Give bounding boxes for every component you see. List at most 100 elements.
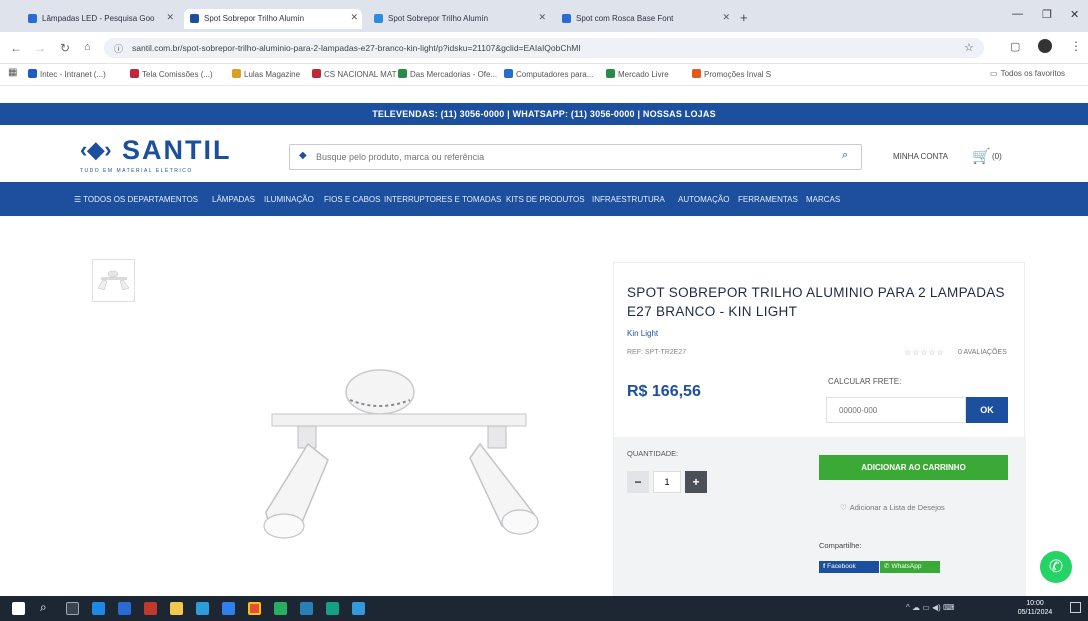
bookmark-item[interactable]: Intec - Intranet (...) — [28, 69, 106, 79]
tab-favicon-icon — [374, 14, 383, 23]
bookmark-item[interactable]: Das Mercadorias - Ofe... — [398, 69, 497, 79]
bookmark-item[interactable]: Computadores para... — [504, 69, 593, 79]
edge-icon[interactable] — [92, 602, 105, 615]
browser-tab[interactable]: Spot com Rosca Base Font ✕ — [556, 9, 734, 29]
product-brand-link[interactable]: Kin Light — [627, 329, 658, 338]
home-icon[interactable]: ⌂ — [84, 41, 91, 53]
browser-tab-bar: Lâmpadas LED - Pesquisa Goo ✕ Spot Sobre… — [0, 0, 1088, 32]
bookmark-item[interactable]: Promoções Inval S — [692, 69, 771, 79]
restore-icon[interactable]: ❐ — [1042, 8, 1052, 21]
new-tab-button[interactable]: + — [740, 10, 748, 25]
browser-menu-icon[interactable]: ⋮ — [1070, 39, 1082, 53]
contact-strip[interactable]: TELEVENDAS: (11) 3056-0000 | WHATSAPP: (… — [0, 103, 1088, 125]
reload-icon[interactable]: ↻ — [60, 41, 70, 55]
forward-icon[interactable]: → — [34, 41, 46, 55]
chrome-icon[interactable] — [248, 602, 261, 615]
add-to-cart-button[interactable]: ADICIONAR AO CARRINHO — [819, 455, 1008, 480]
close-icon[interactable]: ✕ — [538, 12, 546, 23]
nav-ferramentas[interactable]: FERRAMENTAS — [738, 195, 798, 204]
app-icon[interactable] — [352, 602, 365, 615]
bookmark-star-icon[interactable]: ☆ — [964, 41, 974, 54]
app-icon[interactable] — [274, 602, 287, 615]
tab-favicon-icon — [562, 14, 571, 23]
bookmark-favicon-icon — [606, 69, 615, 78]
nav-all-departments[interactable]: ☰ TODOS OS DEPARTAMENTOS — [74, 195, 198, 204]
tab-label: Spot Sobrepor Trilho Alumín — [204, 14, 305, 23]
tab-label: Lâmpadas LED - Pesquisa Goo — [42, 14, 155, 23]
apps-grid-icon[interactable]: ▦ — [8, 67, 17, 78]
nav-automacao[interactable]: AUTOMAÇÃO — [678, 195, 729, 204]
back-icon[interactable]: ← — [10, 41, 22, 55]
nav-fios-e-cabos[interactable]: FIOS E CABOS — [324, 195, 380, 204]
bookmark-item[interactable]: Lulas Magazine — [232, 69, 300, 79]
nav-lampadas[interactable]: LÂMPADAS — [212, 195, 255, 204]
nav-marcas[interactable]: MARCAS — [806, 195, 840, 204]
close-icon[interactable]: ✕ — [350, 12, 358, 23]
search-taskbar-icon[interactable]: ⌕ — [40, 600, 47, 615]
extensions-icon[interactable]: ▢ — [1010, 40, 1020, 53]
app-icon[interactable] — [300, 602, 313, 615]
bookmarks-bar: ▦ Intec - Intranet (...) Tela Comissões … — [0, 64, 1088, 86]
nav-kits[interactable]: KITS DE PRODUTOS — [506, 195, 585, 204]
bookmark-item[interactable]: Mercado Livre — [606, 69, 669, 79]
menu-icon: ☰ — [74, 195, 82, 204]
address-bar[interactable]: ⓘ santil.com.br/spot-sobrepor-trilho-alu… — [104, 38, 984, 58]
url-text: santil.com.br/spot-sobrepor-trilho-alumi… — [132, 43, 581, 53]
word-icon[interactable] — [222, 602, 235, 615]
cep-input[interactable] — [826, 397, 966, 423]
bookmark-item[interactable]: Tela Comissões (...) — [130, 69, 213, 79]
site-header: ‹◆› SANTIL TUDO EM MATERIAL ELÉTRICO ◆ ⌕… — [0, 125, 1088, 182]
search-category-icon[interactable]: ◆ — [299, 150, 307, 161]
quantity-decrease-button[interactable]: − — [627, 471, 649, 493]
tab-favicon-icon — [190, 14, 199, 23]
close-icon[interactable]: ✕ — [166, 12, 174, 23]
clock[interactable]: 10:00 05/11/2024 — [1010, 599, 1060, 617]
bookmark-favicon-icon — [312, 69, 321, 78]
task-view-icon[interactable] — [66, 602, 79, 615]
close-icon[interactable]: ✕ — [722, 12, 730, 23]
windows-start-icon[interactable] — [12, 602, 25, 615]
share-facebook-button[interactable]: f Facebook — [819, 561, 879, 573]
share-label: Compartilhe: — [819, 541, 862, 550]
heart-icon: ♡ — [840, 503, 847, 512]
notifications-icon[interactable] — [1070, 602, 1081, 613]
app-icon[interactable] — [326, 602, 339, 615]
quantity-increase-button[interactable]: + — [685, 471, 707, 493]
search-icon[interactable]: ⌕ — [842, 149, 848, 162]
rating-stars[interactable]: ☆☆☆☆☆ — [904, 348, 945, 357]
bookmark-favicon-icon — [130, 69, 139, 78]
nav-iluminacao[interactable]: ILUMINAÇÃO — [264, 195, 314, 204]
store-icon[interactable] — [118, 602, 131, 615]
reviews-count[interactable]: 0 AVALIAÇÕES — [958, 349, 1007, 356]
nav-interruptores[interactable]: INTERRUPTORES E TOMADAS — [384, 195, 501, 204]
minimize-icon[interactable]: — — [1012, 8, 1023, 20]
browser-tab[interactable]: Spot Sobrepor Trilho Alumín ✕ — [368, 9, 550, 29]
product-thumbnail[interactable] — [92, 259, 135, 302]
browser-tab-active[interactable]: Spot Sobrepor Trilho Alumín ✕ — [184, 9, 362, 29]
app-icon[interactable] — [196, 602, 209, 615]
search-input[interactable] — [316, 148, 816, 166]
tab-label: Spot Sobrepor Trilho Alumín — [388, 14, 489, 23]
bookmark-favicon-icon — [398, 69, 407, 78]
site-info-icon[interactable]: ⓘ — [114, 42, 123, 55]
profile-avatar[interactable] — [1038, 39, 1052, 53]
whatsapp-float-icon[interactable]: ✆ — [1040, 551, 1072, 583]
thumbnail-spot-image — [97, 270, 130, 291]
app-icon[interactable] — [144, 602, 157, 615]
logo-tagline: TUDO EM MATERIAL ELÉTRICO — [80, 168, 193, 174]
nav-infraestrutura[interactable]: INFRAESTRUTURA — [592, 195, 665, 204]
cart-count[interactable]: (0) — [992, 152, 1002, 161]
wishlist-link[interactable]: ♡ Adicionar a Lista de Desejos — [840, 503, 945, 512]
file-explorer-icon[interactable] — [170, 602, 183, 615]
quantity-input[interactable] — [653, 471, 681, 493]
share-whatsapp-button[interactable]: ✆ WhatsApp — [880, 561, 940, 573]
my-account-link[interactable]: MINHA CONTA — [893, 152, 948, 161]
close-window-icon[interactable]: ✕ — [1070, 8, 1079, 21]
product-price: R$ 166,56 — [627, 383, 701, 400]
calculate-freight-button[interactable]: OK — [966, 397, 1008, 423]
cart-icon[interactable]: 🛒 — [972, 147, 991, 165]
browser-tab[interactable]: Lâmpadas LED - Pesquisa Goo ✕ — [22, 9, 178, 29]
bookmark-item[interactable]: CS NACIONAL MAT — [312, 69, 396, 79]
all-bookmarks-button[interactable]: ▭ Todos os favoritos — [990, 69, 1065, 78]
system-tray-icons[interactable]: ^ ☁ ▭ ◀) ⌨ — [906, 603, 955, 612]
